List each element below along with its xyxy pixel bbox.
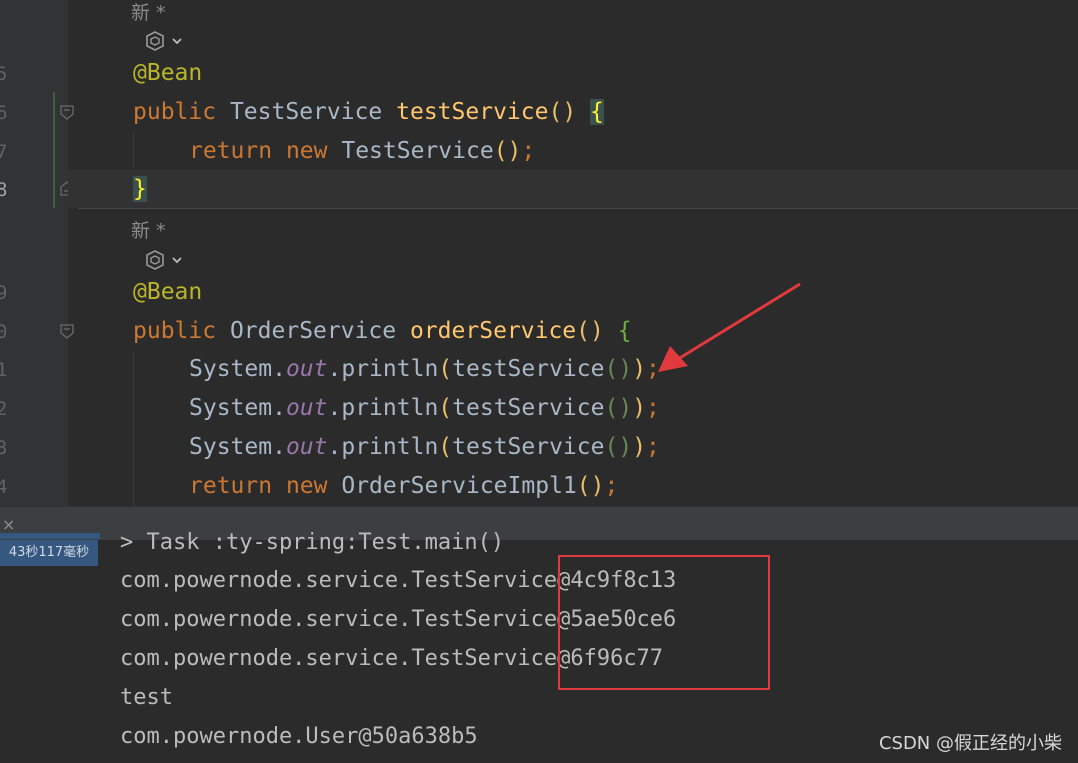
- ai-assistant-icon[interactable]: [144, 249, 188, 271]
- close-icon[interactable]: ×: [2, 515, 15, 534]
- code-line-println: System.out.println(testService());: [189, 395, 660, 421]
- line-number: 2: [0, 398, 8, 420]
- highlight-box: [558, 555, 770, 690]
- code-line-method-signature: public TestService testService() {: [133, 99, 604, 125]
- code-line-method-signature: public OrderService orderService() {: [133, 318, 632, 344]
- code-line-println: System.out.println(testService());: [189, 356, 660, 382]
- code-line-return: return new TestService();: [189, 138, 536, 164]
- code-vision-hint[interactable]: 新 *: [131, 216, 166, 243]
- annotation-arrow: [658, 282, 801, 372]
- line-number: 4: [0, 476, 8, 498]
- line-number: 0: [0, 321, 8, 343]
- console-line: > Task :ty-spring:Test.main(): [120, 530, 505, 555]
- line-number: 1: [0, 359, 8, 381]
- annotation: @Bean: [133, 60, 203, 86]
- code-vision-hint[interactable]: 新 *: [131, 0, 166, 25]
- line-number: 6: [0, 102, 8, 124]
- code-line-println: System.out.println(testService());: [189, 434, 660, 460]
- change-marker: [53, 92, 55, 208]
- line-number: 8: [0, 179, 8, 201]
- current-line-highlight: [68, 170, 1078, 208]
- code-line-return: return new OrderServiceImpl1();: [189, 473, 619, 499]
- indent-guide: [133, 132, 134, 168]
- code-line-close-brace: }: [133, 176, 147, 202]
- line-number-gutter: 5 6 7 8 9 0 1 2 3 4: [0, 0, 74, 506]
- annotation: @Bean: [133, 279, 203, 305]
- fold-icon[interactable]: [59, 104, 75, 120]
- line-number: 5: [0, 63, 8, 85]
- console-line: test: [120, 685, 173, 710]
- ai-assistant-icon[interactable]: [144, 30, 188, 52]
- line-number: 9: [0, 282, 8, 304]
- line-number: 3: [0, 437, 8, 459]
- run-tab-indicator: [0, 533, 100, 539]
- code-editor[interactable]: 5 6 7 8 9 0 1 2 3 4 新 * @Bean public Tes…: [0, 0, 1078, 506]
- line-number: 7: [0, 141, 8, 163]
- method-separator: [78, 208, 1078, 209]
- console-sidebar: 43秒117毫秒: [0, 540, 100, 763]
- fold-icon[interactable]: [59, 323, 75, 339]
- run-duration-badge[interactable]: 43秒117毫秒: [0, 540, 98, 566]
- indent-guide: [133, 352, 134, 506]
- watermark: CSDN @假正经的小柴: [878, 733, 1062, 754]
- console-line: com.powernode.User@50a638b5: [120, 724, 478, 749]
